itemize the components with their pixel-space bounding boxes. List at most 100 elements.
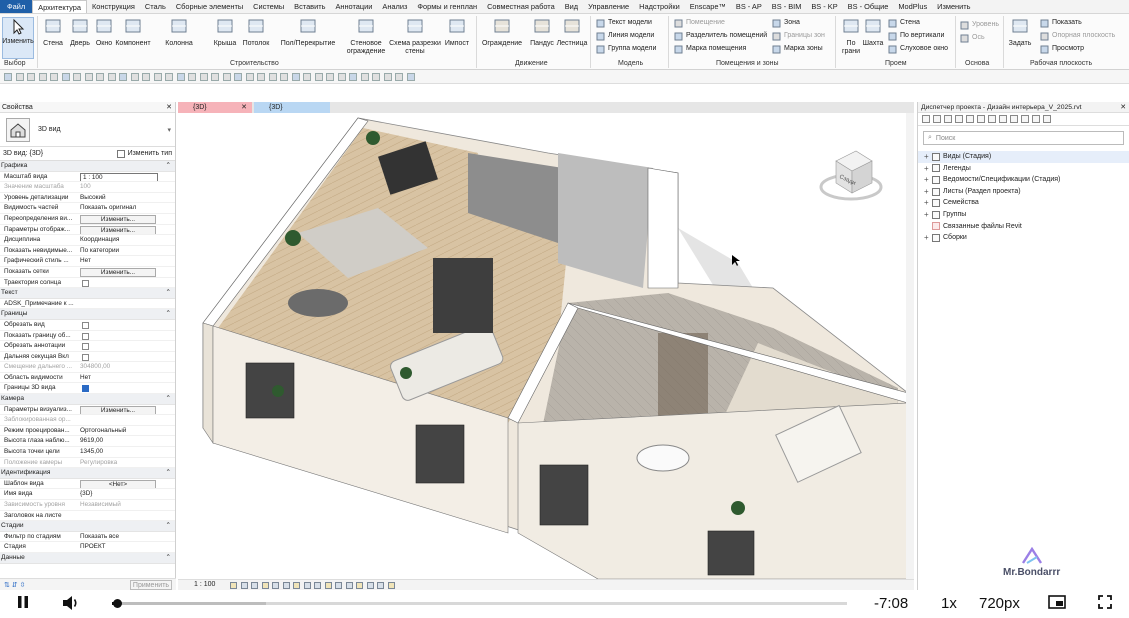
property-group-header[interactable]: Данные ⌃ (0, 552, 175, 564)
ribbon-tab[interactable]: Архитектура (32, 0, 87, 13)
property-value[interactable]: 100 (80, 183, 91, 190)
miniplayer-button[interactable] (1048, 595, 1066, 614)
view-control-icon[interactable] (324, 582, 332, 589)
toolbar-icon[interactable] (303, 73, 311, 81)
property-input[interactable]: 1 : 100 (80, 172, 158, 182)
view-control-icon[interactable] (356, 582, 363, 589)
view-scrollbar[interactable] (906, 113, 914, 579)
ribbon-tab[interactable]: Системы (248, 0, 289, 13)
toolbar-icon[interactable] (38, 73, 47, 81)
room-separator-button[interactable]: Разделитель помещений (674, 31, 767, 41)
model-group-button[interactable]: Группа модели (596, 44, 656, 54)
property-value[interactable]: 304800,00 (80, 363, 110, 370)
pause-button[interactable] (16, 595, 30, 614)
ribbon-tab[interactable]: BS - BIM (767, 0, 807, 13)
toolbar-icon[interactable] (4, 73, 12, 81)
close-icon[interactable]: ✕ (241, 102, 247, 113)
room-button[interactable]: Помещение (674, 18, 725, 28)
tag-room-button[interactable]: Марка помещения (674, 44, 746, 54)
model-text-button[interactable]: Текст модели (596, 18, 652, 28)
browser-tool-icon[interactable] (1021, 115, 1029, 123)
modify-button[interactable]: Изменить (2, 17, 34, 59)
browser-tool-icon[interactable] (1010, 115, 1018, 123)
ribbon-tab[interactable]: Конструкция (87, 0, 140, 13)
model-line-button[interactable]: Линия модели (596, 31, 654, 41)
close-icon[interactable]: ✕ (1120, 102, 1126, 112)
area-button[interactable]: Зона (772, 18, 800, 28)
ribbon-tab[interactable]: Файл (0, 0, 33, 13)
view-control-icon[interactable] (366, 582, 374, 589)
property-value[interactable]: Нет (80, 257, 91, 264)
view-control-icon[interactable] (377, 582, 384, 589)
property-checkbox[interactable] (82, 279, 89, 287)
toolbar-icon[interactable] (245, 73, 254, 81)
browser-tool-icon[interactable] (966, 115, 974, 123)
vertical-button[interactable]: По вертикали (888, 31, 944, 41)
toolbar-icon[interactable] (383, 73, 392, 81)
railing-button[interactable]: Ограждение (481, 17, 523, 48)
view-control-icon[interactable] (314, 582, 321, 589)
view-control-icon[interactable] (387, 582, 395, 589)
component-button[interactable]: Компонент (115, 17, 151, 48)
view-control-icon[interactable] (335, 582, 342, 589)
ribbon-panel-title[interactable]: Помещения и зоны (716, 60, 779, 67)
property-checkbox[interactable] (82, 321, 89, 329)
property-checkbox[interactable] (82, 353, 89, 361)
property-value[interactable]: Показать все (80, 533, 119, 540)
ribbon-tab[interactable]: Совместная работа (482, 0, 560, 13)
property-value[interactable]: 1345,00 (80, 448, 103, 455)
toolbar-icon[interactable] (107, 73, 116, 81)
view-control-icon[interactable] (293, 582, 300, 589)
toolbar-icon[interactable] (199, 73, 208, 81)
floor-button[interactable]: Пол/Перекрытие (273, 17, 343, 48)
ribbon-tab[interactable]: Вставить (289, 0, 330, 13)
expand-icon[interactable]: + (924, 174, 932, 186)
ribbon-panel-title[interactable]: Рабочая плоскость (1030, 60, 1092, 67)
ribbon-tab[interactable]: Аннотации (330, 0, 377, 13)
toolbar-icon[interactable] (119, 73, 127, 81)
area-boundary-button[interactable]: Границы зон (772, 31, 825, 41)
ribbon-panel-title[interactable]: Модель (618, 60, 643, 67)
toolbar-icon[interactable] (188, 73, 196, 81)
toolbar-icon[interactable] (406, 73, 415, 81)
ramp-button[interactable]: Пандус (528, 17, 556, 48)
edit-button[interactable]: <Нет> (80, 479, 156, 489)
toolbar-icon[interactable] (268, 73, 277, 81)
ribbon-tab[interactable]: Управление (583, 0, 634, 13)
ref-plane-button[interactable]: Опорная плоскость (1040, 31, 1115, 41)
grid-button[interactable]: Ось (960, 33, 985, 43)
property-value[interactable]: По категории (80, 247, 119, 254)
toolbar-icon[interactable] (280, 73, 288, 81)
viewer-button[interactable]: Просмотр (1040, 44, 1084, 54)
property-checkbox[interactable] (82, 332, 89, 340)
toolbar-icon[interactable] (257, 73, 265, 81)
seek-thumb[interactable] (112, 599, 122, 608)
ribbon-tab[interactable]: BS - AP (731, 0, 767, 13)
property-group-header[interactable]: Графика ⌃ (0, 161, 175, 172)
browser-tree-item[interactable]: + Сборки (918, 232, 1129, 244)
tab-3d-active[interactable]: {3D} ✕ (178, 102, 252, 113)
toolbar-icon[interactable] (372, 73, 380, 81)
ribbon-tab[interactable]: Сталь (140, 0, 171, 13)
browser-tool-icon[interactable] (999, 115, 1007, 123)
type-selector[interactable]: 3D вид ▾ (0, 113, 175, 147)
stair-button[interactable]: Лестница (556, 17, 588, 48)
instance-filter-dropdown[interactable]: 3D вид: {3D} (3, 147, 43, 160)
seek-bar[interactable] (112, 599, 847, 608)
browser-search[interactable]: ⌕ Поиск (923, 131, 1124, 145)
property-value[interactable]: Ортогональный (80, 427, 126, 434)
toolbar-icon[interactable] (326, 73, 334, 81)
property-group-header[interactable]: Камера ⌃ (0, 394, 175, 405)
expand-icon[interactable]: + (924, 163, 932, 175)
browser-tree-item[interactable]: + Легенды (918, 163, 1129, 175)
browser-tool-icon[interactable] (1043, 115, 1051, 123)
ribbon-tab[interactable]: Анализ (377, 0, 412, 13)
property-group-header[interactable]: Стадии ⌃ (0, 521, 175, 532)
ribbon-panel-title[interactable]: Выбор (4, 60, 26, 67)
property-value[interactable]: Показать оригинал (80, 204, 136, 211)
quality-button[interactable]: 720px (979, 595, 1020, 613)
expand-icon[interactable]: + (924, 197, 932, 209)
curtain-system-button[interactable]: Стеновое ограждение (346, 17, 386, 56)
ribbon-tab[interactable]: Надстройки (634, 0, 685, 13)
browser-tool-icon[interactable] (933, 115, 941, 123)
